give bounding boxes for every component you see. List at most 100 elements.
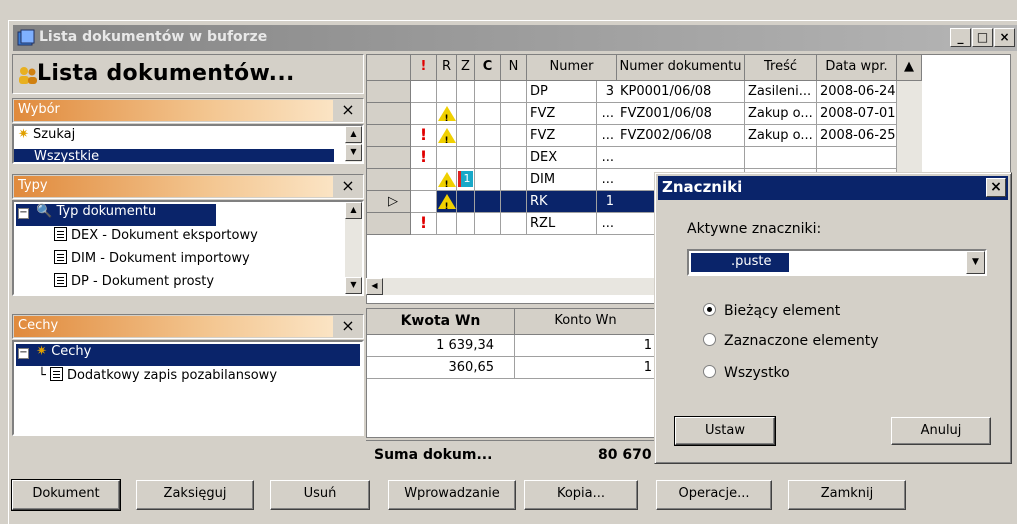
grid-cell-c[interactable] <box>475 147 501 169</box>
ustaw-button[interactable]: Ustaw <box>674 416 776 446</box>
grid-cell-c[interactable] <box>475 103 501 125</box>
grid-cell-data[interactable]: 2008-06-25 <box>817 125 897 147</box>
dialog-close-button[interactable]: × <box>986 178 1006 197</box>
grid-cell-suf[interactable]: ... <box>597 147 617 169</box>
grid-cell-flag[interactable]: ! <box>411 147 437 169</box>
grid-cell-suf[interactable]: 1 <box>597 191 617 213</box>
grid-cell-r[interactable] <box>437 103 457 125</box>
grid-cell-flag[interactable] <box>411 103 437 125</box>
grid-cell-numer[interactable]: DIM <box>527 169 597 191</box>
col-header-c[interactable]: C <box>475 55 501 81</box>
grid-cell-r[interactable] <box>437 125 457 147</box>
grid-cell-tresc[interactable]: Zasileni... <box>745 81 817 103</box>
close-button[interactable]: × <box>994 28 1015 47</box>
tree-root-cechy[interactable]: − ✷ Cechy <box>16 344 360 366</box>
radio-current[interactable]: Bieżący element <box>703 303 840 323</box>
tree-root-typ-dokumentu[interactable]: − 🔍 Typ dokumentu <box>16 204 216 226</box>
grid-cell-z[interactable]: 1 <box>457 169 475 191</box>
list-item-szukaj[interactable]: ✷ Szukaj <box>14 127 334 149</box>
col-header-konto-wn[interactable]: Konto Wn <box>515 309 655 335</box>
grid-cell-n[interactable] <box>501 169 527 191</box>
dialog-title-bar[interactable]: Znaczniki × <box>658 176 1008 200</box>
tree-item-dp[interactable]: DP - Dokument prosty <box>54 273 214 294</box>
anuluj-button[interactable]: Anuluj <box>891 417 991 445</box>
usun-button[interactable]: Usuń <box>270 480 370 510</box>
zamknij-button[interactable]: Zamknij <box>788 480 906 510</box>
col-header-numer-dokumentu[interactable]: Numer dokumentu <box>617 55 745 81</box>
grid-cell-z[interactable] <box>457 81 475 103</box>
grid-cell-suf[interactable]: ... <box>597 169 617 191</box>
wprowadzanie-button[interactable]: Wprowadzanie <box>388 480 516 510</box>
grid-cell-r[interactable] <box>437 169 457 191</box>
grid-cell-data[interactable] <box>817 147 897 169</box>
collapse-icon[interactable]: − <box>18 208 29 219</box>
wybor-close-button[interactable]: × <box>336 101 360 120</box>
grid-cell-flag[interactable]: ! <box>411 125 437 147</box>
grid-cell-tresc[interactable] <box>745 147 817 169</box>
cechy-close-button[interactable]: × <box>336 317 360 336</box>
title-bar[interactable]: Lista dokumentów w buforze _ □ × <box>13 25 1017 51</box>
row-indicator[interactable] <box>367 213 411 235</box>
radio-selected[interactable]: Zaznaczone elementy <box>703 333 879 353</box>
scroll-up-button[interactable]: ▲ <box>345 202 362 219</box>
chevron-down-icon[interactable]: ▼ <box>966 251 985 274</box>
operacje-button[interactable]: Operacje... <box>656 480 772 510</box>
grid-cell-c[interactable] <box>475 213 501 235</box>
table-cell[interactable]: 1 639,34 <box>367 335 515 357</box>
grid-cell-suf[interactable]: ... <box>597 125 617 147</box>
grid-cell-data[interactable]: 2008-07-01 <box>817 103 897 125</box>
tree-item-dex[interactable]: DEX - Dokument eksportowy <box>54 227 258 249</box>
grid-cell-doc[interactable]: KP0001/06/08 <box>617 81 745 103</box>
grid-cell-z[interactable] <box>457 103 475 125</box>
table-cell[interactable]: 1 <box>515 335 655 357</box>
grid-cell-tresc[interactable]: Zakup o... <box>745 125 817 147</box>
grid-cell-r[interactable] <box>437 147 457 169</box>
grid-cell-n[interactable] <box>501 103 527 125</box>
grid-cell-doc[interactable]: FVZ001/06/08 <box>617 103 745 125</box>
grid-cell-suf[interactable]: 3 <box>597 81 617 103</box>
table-cell[interactable]: 360,65 <box>367 357 515 379</box>
grid-cell-z[interactable] <box>457 147 475 169</box>
scroll-down-button[interactable]: ▼ <box>345 144 362 161</box>
col-header-numer[interactable]: Numer <box>527 55 617 81</box>
col-header-r[interactable]: R <box>437 55 457 81</box>
list-item-wszystkie[interactable]: Wszystkie <box>14 149 334 162</box>
row-indicator[interactable] <box>367 147 411 169</box>
grid-cell-n[interactable] <box>501 81 527 103</box>
markers-combo[interactable]: .puste ▼ <box>687 249 987 276</box>
grid-cell-z[interactable] <box>457 191 475 213</box>
grid-cell-numer[interactable]: RK <box>527 191 597 213</box>
kopia-button[interactable]: Kopia... <box>524 480 638 510</box>
row-indicator[interactable] <box>367 103 411 125</box>
wybor-scrollbar[interactable]: ▲ ▼ <box>345 126 362 162</box>
grid-cell-n[interactable] <box>501 191 527 213</box>
grid-cell-doc[interactable]: FVZ002/06/08 <box>617 125 745 147</box>
row-indicator[interactable]: ▷ <box>367 191 411 213</box>
tree-item-dim[interactable]: DIM - Dokument importowy <box>54 250 250 272</box>
col-header-kwota-wn[interactable]: Kwota Wn <box>367 309 515 335</box>
typy-scrollbar[interactable]: ▲ ▼ <box>345 202 362 294</box>
grid-cell-r[interactable] <box>437 81 457 103</box>
grid-cell-numer[interactable]: FVZ <box>527 103 597 125</box>
grid-hscroll[interactable]: ◀ <box>366 278 656 295</box>
grid-cell-n[interactable] <box>501 147 527 169</box>
scroll-down-button[interactable]: ▼ <box>345 277 362 294</box>
grid-cell-r[interactable] <box>437 213 457 235</box>
col-header-flag[interactable]: ! <box>411 55 437 81</box>
col-header-z[interactable]: Z <box>457 55 475 81</box>
grid-cell-flag[interactable] <box>411 81 437 103</box>
typy-close-button[interactable]: × <box>336 177 360 196</box>
zaksieguj-button[interactable]: Zaksięguj <box>136 480 254 510</box>
grid-cell-suf[interactable]: ... <box>597 213 617 235</box>
grid-cell-flag[interactable] <box>411 191 437 213</box>
row-indicator[interactable] <box>367 169 411 191</box>
dokument-button[interactable]: Dokument <box>11 479 121 511</box>
grid-cell-n[interactable] <box>501 213 527 235</box>
grid-cell-flag[interactable] <box>411 169 437 191</box>
grid-cell-r[interactable] <box>437 191 457 213</box>
table-cell[interactable]: 1 <box>515 357 655 379</box>
grid-cell-doc[interactable] <box>617 147 745 169</box>
scroll-left-button[interactable]: ◀ <box>366 278 383 295</box>
col-header-n[interactable]: N <box>501 55 527 81</box>
grid-cell-data[interactable]: 2008-06-24 <box>817 81 897 103</box>
